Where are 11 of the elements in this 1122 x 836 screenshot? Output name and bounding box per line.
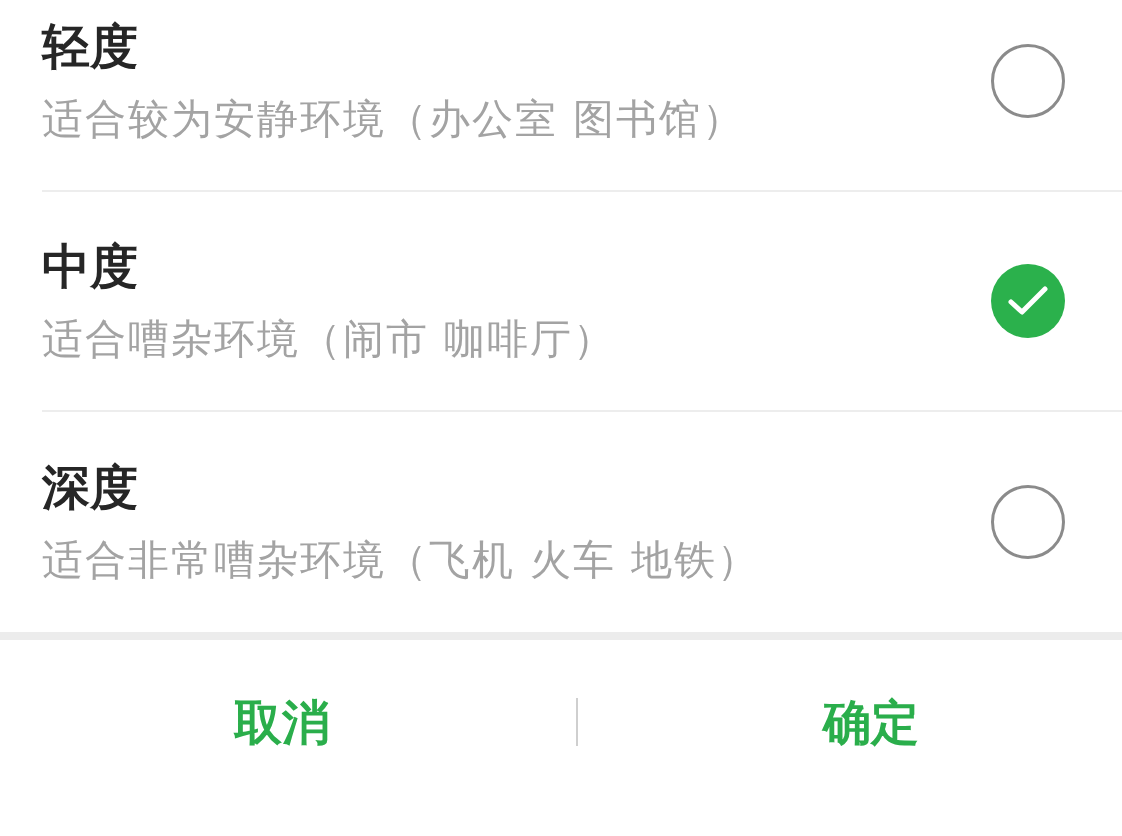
option-title: 深度 [42,458,138,515]
option-description: 适合嘈杂环境（闹市 咖啡厅） [42,314,617,363]
check-icon [1008,286,1048,316]
option-description: 适合较为安静环境（办公室 图书馆） [42,94,746,143]
option-title: 中度 [42,237,138,294]
radio-button[interactable] [991,485,1065,559]
cancel-button[interactable]: 取消 [0,672,564,772]
confirm-button[interactable]: 确定 [620,672,1122,772]
option-title: 轻度 [42,17,138,74]
option-description: 适合非常嘈杂环境（飞机 火车 地铁） [42,535,761,584]
radio-button[interactable] [991,44,1065,118]
